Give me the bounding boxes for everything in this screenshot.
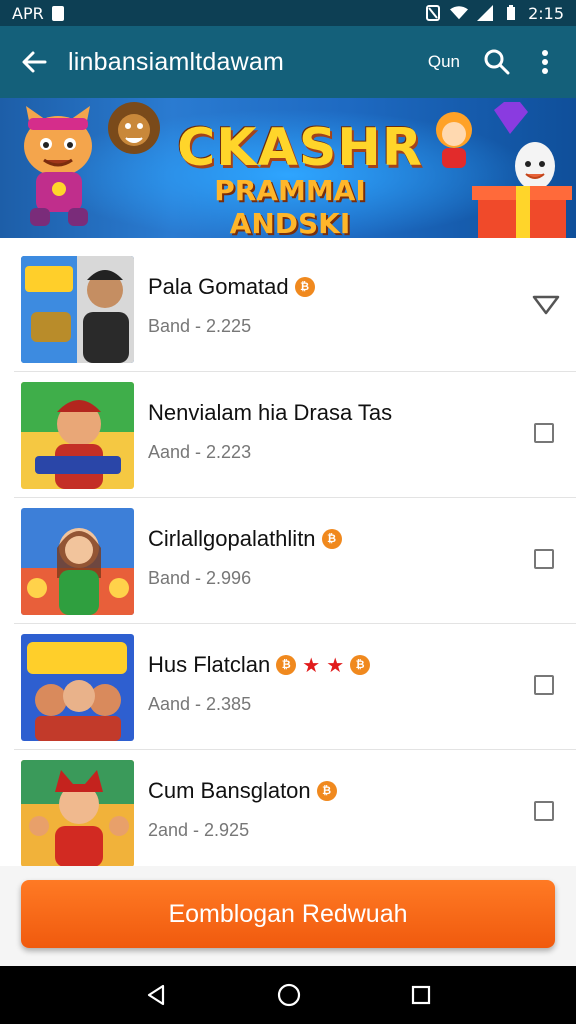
carrier-label: APR <box>12 3 44 23</box>
coin-icon: ₿ <box>316 781 337 801</box>
girl-character-image <box>436 112 472 168</box>
banner-subtitle: PRAMMAI ANDSKI <box>214 174 366 238</box>
item-title: Nenvialam hia Drasa Tas <box>148 400 393 425</box>
coin-icon: ₿ <box>276 655 297 675</box>
gem-icon <box>494 102 528 134</box>
back-button[interactable] <box>0 26 68 98</box>
star-icon: ★ <box>326 654 345 677</box>
item-title-row: Nenvialam hia Drasa Tas <box>148 400 392 426</box>
search-button[interactable] <box>480 45 514 79</box>
item-title-row: Cirlallgopalathlitn ₿ <box>148 526 342 552</box>
system-nav-bar <box>0 966 576 1024</box>
game-list: Pala Gomatad ₿ Band - 2.225 Nenvialam hi… <box>0 246 576 866</box>
item-title-row: Pala Gomatad ₿ <box>148 274 315 300</box>
sim-icon <box>51 5 64 21</box>
item-subtitle: Aand - 2.223 <box>148 442 252 462</box>
arrow-back-icon <box>22 51 47 73</box>
item-subtitle: Band - 2.225 <box>148 316 252 336</box>
item-title-row: Hus Flatclan ₿ ★ ★ ₿ <box>148 652 371 678</box>
item-checkbox[interactable] <box>534 801 554 821</box>
nfc-icon <box>424 5 442 21</box>
primary-action-button[interactable]: Eomblogan Redwuah <box>21 880 555 948</box>
list-item[interactable]: Nenvialam hia Drasa Tas Aand - 2.223 <box>14 372 576 498</box>
star-icon: ★ <box>302 654 321 677</box>
nav-home-icon[interactable] <box>277 983 301 1007</box>
search-icon <box>484 49 510 75</box>
item-title: Cirlallgopalathlitn <box>148 526 316 551</box>
coin-icon: ₿ <box>321 529 342 549</box>
list-item[interactable]: Hus Flatclan ₿ ★ ★ ₿ Aand - 2.385 <box>14 624 576 750</box>
dropdown-triangle-icon[interactable] <box>532 294 560 316</box>
game-thumbnail <box>21 256 134 363</box>
item-title-row: Cum Bansglaton ₿ <box>148 778 337 804</box>
item-title: Cum Bansglaton <box>148 778 311 803</box>
page-title: linbansiamltdawam <box>68 47 284 76</box>
nav-back-icon[interactable] <box>145 984 167 1006</box>
signal-icon <box>476 5 494 21</box>
game-thumbnail <box>21 634 134 741</box>
item-checkbox[interactable] <box>534 675 554 695</box>
coin-icon: ₿ <box>294 277 315 297</box>
nav-recents-icon[interactable] <box>411 985 431 1005</box>
clock: 2:15 <box>528 3 564 23</box>
more-vert-icon <box>542 50 548 74</box>
game-thumbnail <box>21 508 134 615</box>
game-thumbnail <box>21 760 134 866</box>
wifi-icon <box>450 5 469 21</box>
item-checkbox[interactable] <box>534 549 554 569</box>
cat-character-image <box>24 106 92 226</box>
list-item[interactable]: Cirlallgopalathlitn ₿ Band - 2.996 <box>14 498 576 624</box>
gift-box-icon <box>472 186 572 238</box>
status-bar: APR 2:15 <box>0 0 576 26</box>
list-item[interactable]: Pala Gomatad ₿ Band - 2.225 <box>14 246 576 372</box>
item-subtitle: Band - 2.996 <box>148 568 252 588</box>
promo-banner[interactable]: CKASHR PRAMMAI ANDSKI <box>0 98 576 238</box>
game-thumbnail <box>21 382 134 489</box>
toolbar-action[interactable]: Qun <box>428 52 460 72</box>
battery-icon <box>502 5 520 21</box>
more-options-button[interactable] <box>528 45 562 79</box>
item-title: Hus Flatclan <box>148 652 271 677</box>
list-item[interactable]: Cum Bansglaton ₿ 2and - 2.925 <box>14 750 576 866</box>
app-bar: linbansiamltdawam Qun <box>0 26 576 98</box>
item-subtitle: 2and - 2.925 <box>148 820 250 840</box>
item-checkbox[interactable] <box>534 423 554 443</box>
coin-icon: ₿ <box>350 655 371 675</box>
item-title: Pala Gomatad <box>148 274 289 299</box>
item-subtitle: Aand - 2.385 <box>148 694 252 714</box>
banner-title: CKASHR <box>177 118 423 178</box>
